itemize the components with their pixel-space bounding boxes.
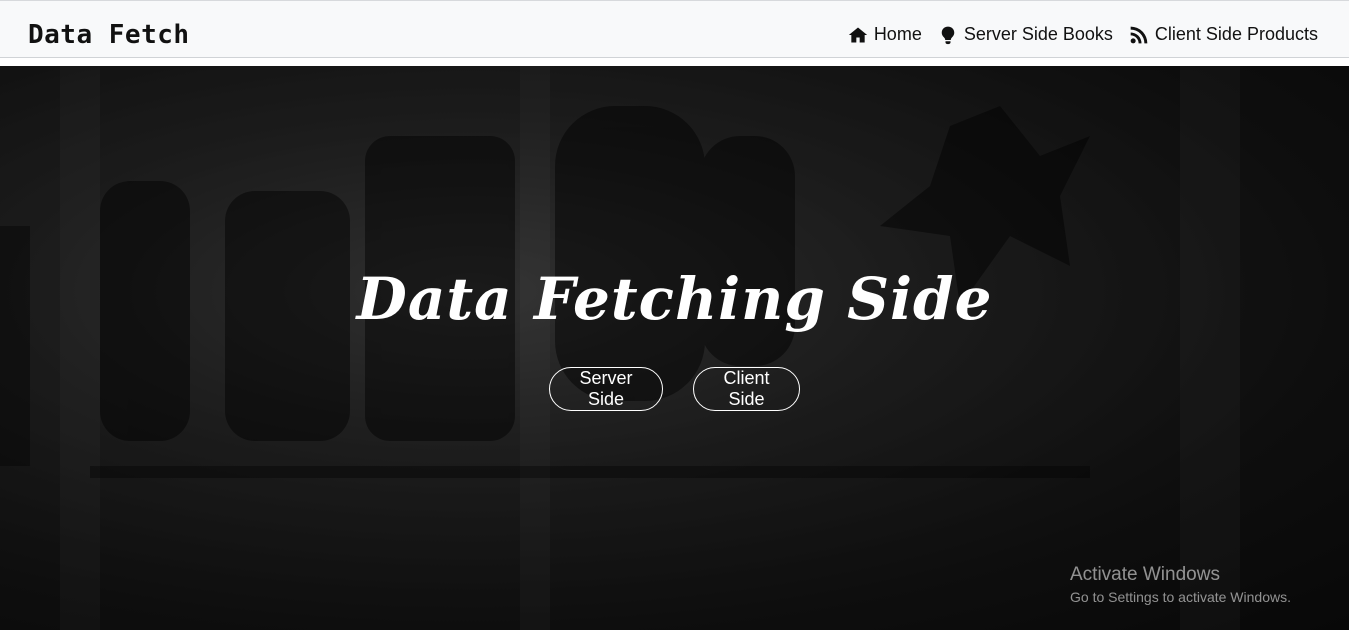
watermark-title: Activate Windows [1070, 564, 1220, 585]
nav-link-client-side-products[interactable]: Client Side Products [1129, 24, 1318, 45]
nav-link-home[interactable]: Home [848, 24, 922, 45]
hero-banner: Data Fetching Side Server Side Client Si… [0, 66, 1349, 630]
nav-links: Home Server Side Books Client Side Produ… [832, 24, 1318, 45]
nav-link-label: Home [873, 24, 922, 44]
hero-title: Data Fetching Side [356, 265, 993, 333]
server-side-button[interactable]: Server Side [549, 367, 663, 411]
brand-logo[interactable]: Data Fetch [28, 20, 190, 50]
hero-buttons: Server Side Client Side [0, 367, 1349, 411]
home-icon [848, 27, 867, 42]
lightbulb-icon [941, 26, 955, 44]
nav-link-server-side-books[interactable]: Server Side Books [938, 24, 1113, 45]
nav-link-label: Server Side Books [963, 24, 1113, 44]
watermark-subtitle: Go to Settings to activate Windows. [1070, 589, 1291, 605]
navbar: Data Fetch Home Server Side Books Client… [0, 0, 1349, 66]
client-side-button[interactable]: Client Side [693, 367, 800, 411]
activate-windows-watermark: Activate Windows Go to Settings to activ… [1070, 564, 1291, 605]
nav-link-label: Client Side Products [1154, 24, 1318, 44]
rss-icon [1130, 26, 1148, 43]
